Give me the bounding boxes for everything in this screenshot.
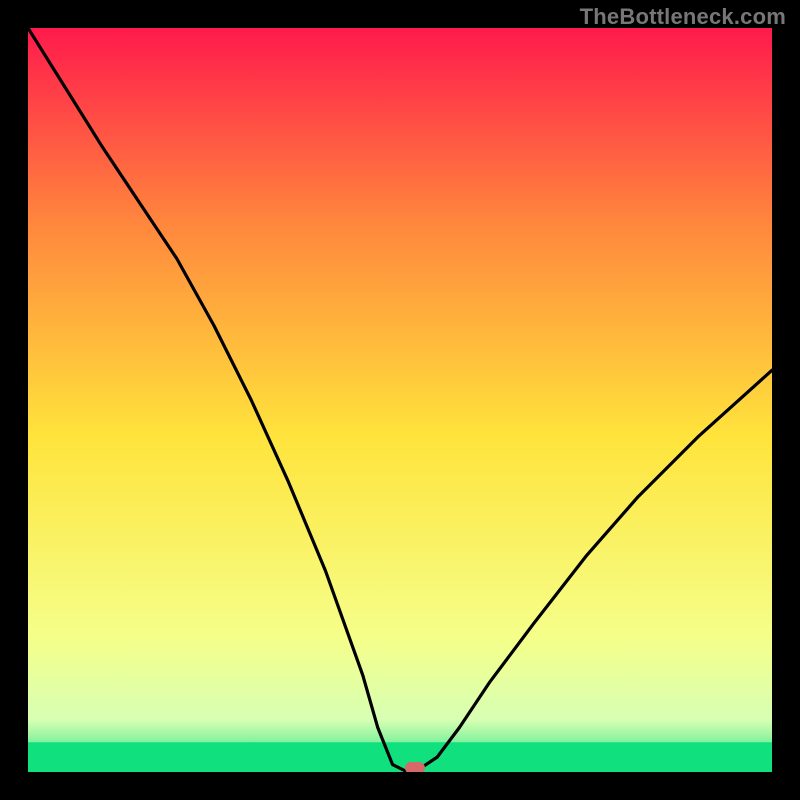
optimal-marker [405, 762, 425, 772]
chart-svg [28, 28, 772, 772]
watermark-text: TheBottleneck.com [580, 4, 786, 30]
plot-area [28, 28, 772, 772]
gradient-background [28, 28, 772, 772]
chart-frame: TheBottleneck.com [0, 0, 800, 800]
